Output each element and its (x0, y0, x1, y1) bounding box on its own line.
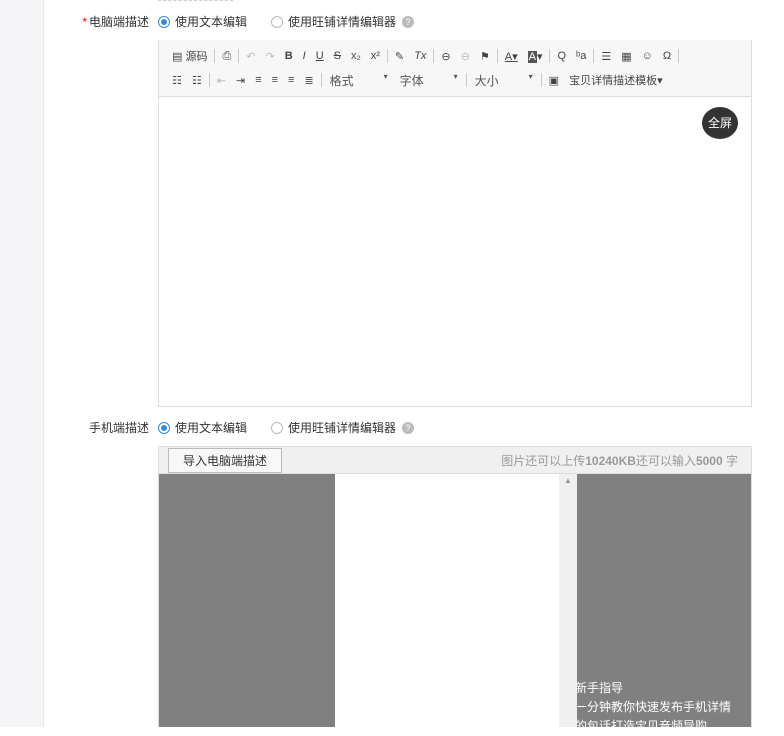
radio-dot[interactable] (271, 421, 284, 434)
undo-icon[interactable]: ↶ (241, 50, 260, 63)
page-break-icon[interactable]: ☰ (596, 50, 616, 63)
unordered-list-icon[interactable]: ☷ (187, 74, 207, 87)
font-select[interactable]: 字体 ▾ (394, 72, 464, 89)
separator (593, 49, 595, 63)
bold-icon[interactable]: B (280, 50, 298, 62)
background-color-icon[interactable]: A▾ (523, 50, 548, 63)
strikethrough-icon[interactable]: S (329, 50, 346, 62)
outdent-icon[interactable]: ⇤ (212, 74, 231, 87)
radio-dot[interactable] (158, 421, 170, 434)
separator (678, 49, 680, 63)
radio-dot[interactable] (158, 15, 170, 28)
emoji-icon[interactable]: ☺ (637, 50, 658, 62)
left-sidebar (0, 0, 44, 727)
clear-format-icon[interactable]: Tx (409, 50, 431, 62)
align-center-icon[interactable]: ≡ (267, 74, 283, 86)
separator (496, 49, 498, 63)
special-char-icon[interactable]: Ω (658, 50, 676, 62)
separator (465, 73, 467, 87)
mobile-desc-label: 手机端描述 (88, 421, 149, 435)
pc-desc-radio-group: 使用文本编辑 使用旺铺详情编辑器 ? (158, 13, 415, 30)
format-select[interactable]: 格式 ▾ (324, 72, 394, 89)
underline-icon[interactable]: U (311, 50, 329, 62)
link-icon[interactable]: ⊖ (436, 50, 455, 63)
separator (238, 49, 240, 63)
size-select[interactable]: 大小 ▾ (469, 72, 539, 89)
separator (549, 49, 551, 63)
search-icon[interactable]: Q (552, 50, 571, 62)
radio-mobile-text-editor[interactable]: 使用文本编辑 (158, 419, 247, 436)
pc-rich-editor[interactable]: ▤ 源码 ⎙ ↶ ↷ B I U S x₂ x² ✎ Tx ⊖ ⊖ ⚑ A▾ A… (158, 40, 752, 407)
align-right-icon[interactable]: ≡ (283, 74, 299, 86)
mobile-preview-overlay: ▲ 新手指导 一分钟教你快速发布手机详情 的包话打造宝贝音频导购 (159, 474, 751, 733)
preview-icon[interactable]: ⎙ (217, 50, 236, 63)
separator (320, 73, 322, 87)
superscript-icon[interactable]: x² (366, 50, 385, 62)
chevron-down-icon: ▾ (453, 71, 458, 81)
radio-pc-wangpu-editor[interactable]: 使用旺铺详情编辑器 (271, 13, 396, 30)
ordered-list-icon[interactable]: ☷ (167, 74, 187, 87)
separator (386, 49, 388, 63)
mobile-preview-canvas[interactable] (335, 474, 559, 727)
indent-icon[interactable]: ⇥ (231, 74, 250, 87)
guide-tooltip: 新手指导 一分钟教你快速发布手机详情 的包话打造宝贝音频导购 (575, 681, 732, 733)
format-painter-icon[interactable]: ✎ (390, 50, 409, 63)
unlink-icon[interactable]: ⊖ (456, 50, 475, 63)
help-icon[interactable]: ? (402, 421, 415, 434)
radio-dot[interactable] (271, 15, 284, 28)
help-icon[interactable]: ? (402, 15, 415, 28)
editor-toolbar: ▤ 源码 ⎙ ↶ ↷ B I U S x₂ x² ✎ Tx ⊖ ⊖ ⚑ A▾ A… (159, 40, 751, 97)
font-color-icon[interactable]: A▾ (500, 50, 523, 63)
radio-mobile-wangpu-editor[interactable]: 使用旺铺详情编辑器 (271, 419, 396, 436)
anchor-flag-icon[interactable]: ⚑ (475, 50, 495, 63)
import-pc-desc-button[interactable]: 导入电脑端描述 (168, 447, 283, 473)
separator (214, 49, 216, 63)
table-icon[interactable]: ▦ (616, 50, 636, 63)
scroll-up-icon[interactable]: ▲ (564, 476, 572, 485)
separator (433, 49, 435, 63)
template-dropdown[interactable]: 宝贝详情描述模板▾ (564, 72, 668, 88)
separator (540, 73, 542, 87)
mobile-editor-toolbar: 导入电脑端描述 图片还可以上传10240KB还可以输入5000 字 (159, 447, 751, 474)
radio-pc-text-editor[interactable]: 使用文本编辑 (158, 13, 247, 30)
italic-icon[interactable]: I (298, 50, 311, 62)
source-button[interactable]: ▤ 源码 (167, 48, 212, 64)
chevron-down-icon: ▾ (528, 71, 533, 81)
mobile-editor: 导入电脑端描述 图片还可以上传10240KB还可以输入5000 字 ▲ 新手指导… (158, 446, 752, 733)
divider (158, 0, 233, 1)
chevron-down-icon: ▾ (383, 71, 388, 81)
pc-desc-label: * 电脑端描述 (82, 15, 149, 29)
image-icon[interactable]: ▣ (544, 74, 564, 87)
redo-icon[interactable]: ↷ (260, 50, 279, 63)
subscript-icon[interactable]: x₂ (346, 50, 366, 62)
mobile-desc-radio-group: 使用文本编辑 使用旺铺详情编辑器 ? (158, 419, 415, 436)
separator (208, 73, 210, 87)
align-left-icon[interactable]: ≡ (250, 74, 266, 86)
upload-quota-info: 图片还可以上传10240KB还可以输入5000 字 (501, 453, 738, 468)
align-justify-icon[interactable]: ≣ (299, 74, 318, 87)
fullscreen-button[interactable]: 全屏 (702, 107, 738, 139)
replace-icon[interactable]: ᵇa (571, 50, 591, 62)
